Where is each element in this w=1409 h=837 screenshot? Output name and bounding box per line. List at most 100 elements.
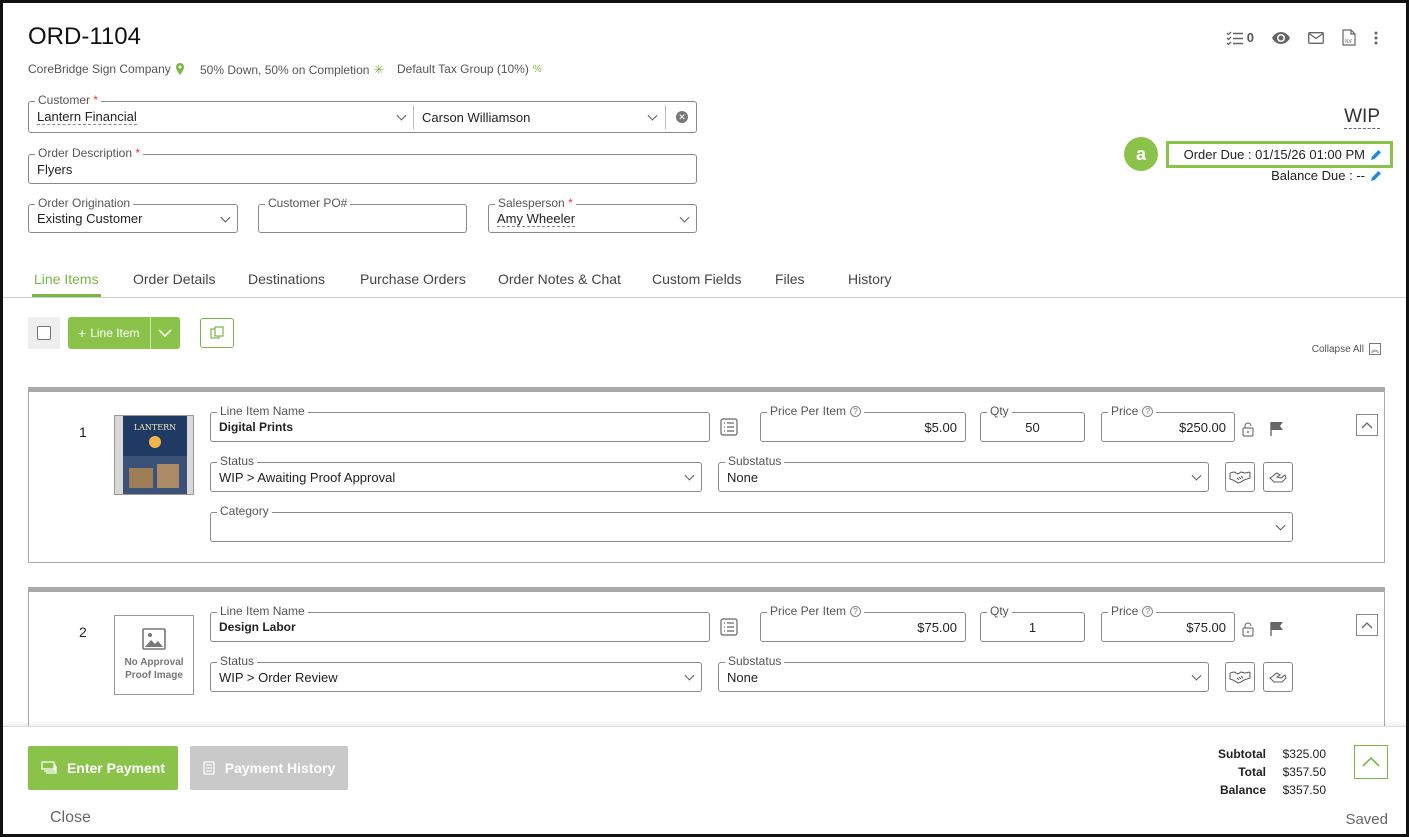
customer-field: Customer * Lantern Financial Carson Will… (28, 93, 697, 133)
price-value: $250.00 (1179, 419, 1226, 435)
tab-files[interactable]: Files (775, 271, 805, 287)
flag-icon[interactable] (1268, 620, 1286, 638)
envelope-icon (1308, 31, 1324, 44)
tasks-button[interactable]: 0 (1226, 30, 1254, 45)
collapse-item-button[interactable] (1356, 414, 1378, 436)
tab-destinations[interactable]: Destinations (248, 271, 325, 287)
eye-icon (1272, 31, 1290, 44)
payment-terms-text: 50% Down, 50% on Completion (200, 63, 370, 77)
details-list-icon[interactable] (718, 616, 740, 638)
price-field[interactable]: Price? $250.00 (1101, 404, 1235, 442)
price-per-item-field[interactable]: Price Per Item? $75.00 (760, 604, 966, 642)
unlock-icon[interactable] (1240, 420, 1256, 438)
line-item-number: 1 (79, 424, 87, 440)
more-options-button[interactable] (1374, 31, 1378, 45)
help-icon[interactable]: ? (1142, 406, 1154, 418)
add-line-item-main[interactable]: + Line Item (68, 317, 151, 349)
total-value: $357.50 (1282, 765, 1326, 779)
tab-order-notes-chat[interactable]: Order Notes & Chat (498, 271, 621, 287)
order-description-field[interactable]: Order Description * Flyers (28, 146, 697, 184)
price-field[interactable]: Price? $75.00 (1101, 604, 1235, 642)
line-item-name-field[interactable]: Line Item Name Digital Prints (210, 404, 710, 442)
substatus-select[interactable]: Substatus None (718, 654, 1209, 692)
saved-status: Saved (1345, 811, 1388, 828)
customer-value: Lantern Financial (37, 109, 137, 125)
checklist-icon (1226, 31, 1243, 45)
order-due[interactable]: Order Due : 01/15/26 01:00 PM (1166, 141, 1393, 168)
chevron-down-icon (684, 470, 695, 481)
order-due-text: Order Due : 01/15/26 01:00 PM (1183, 147, 1365, 162)
line-item-card: 1 LANTERN Line Item Name Digital Prints … (28, 387, 1385, 563)
collapse-item-button[interactable] (1356, 614, 1378, 636)
chevron-down-icon (679, 212, 690, 223)
payment-history-label: Payment History (224, 760, 336, 776)
payment-terms: 50% Down, 50% on Completion ✳ (200, 62, 384, 78)
asterisk-icon: ✳ (373, 62, 385, 77)
tasks-count: 0 (1246, 30, 1254, 45)
company-info: CoreBridge Sign Company (28, 62, 185, 76)
contact-select[interactable]: Carson Williamson (414, 102, 664, 132)
close-button[interactable]: Close (50, 809, 91, 827)
qty-field[interactable]: Qty 50 (980, 404, 1085, 442)
payment-history-button[interactable]: Payment History (190, 746, 348, 790)
expand-footer-button[interactable] (1354, 745, 1388, 779)
select-all-checkbox[interactable] (28, 317, 60, 349)
handshake-button[interactable] (1225, 662, 1255, 692)
add-line-item-button[interactable]: + Line Item (68, 317, 180, 349)
add-line-item-dropdown[interactable] (151, 329, 180, 337)
origination-value: Existing Customer (37, 211, 143, 226)
tab-line-items[interactable]: Line Items (32, 271, 101, 297)
line-item-name-field[interactable]: Line Item Name Design Labor (210, 604, 710, 642)
price-per-item-label: Price Per Item (770, 404, 847, 418)
assign-button[interactable] (1263, 462, 1293, 492)
price-per-item-field[interactable]: Price Per Item? $5.00 (760, 404, 966, 442)
tab-bar: Line Items Order Details Destinations Pu… (3, 269, 1406, 298)
balance-value: $357.50 (1282, 783, 1326, 797)
tax-group-text: Default Tax Group (10%) (397, 62, 529, 76)
details-list-icon[interactable] (718, 416, 740, 438)
enter-payment-button[interactable]: Enter Payment (28, 746, 178, 790)
handshake-icon (1229, 471, 1251, 484)
help-icon[interactable]: ? (850, 606, 862, 618)
help-icon[interactable]: ? (850, 406, 862, 418)
pencil-icon[interactable] (1371, 170, 1382, 181)
order-origination-select[interactable]: Order Origination Existing Customer (28, 196, 238, 233)
flyer-title: LANTERN (134, 423, 176, 432)
order-window: ORD-1104 CoreBridge Sign Company 50% Dow… (0, 0, 1409, 837)
salesperson-select[interactable]: Salesperson * Amy Wheeler (488, 196, 697, 233)
category-select[interactable]: Category (210, 504, 1293, 542)
flyer-image: LANTERN (115, 416, 193, 494)
double-chevron-up-icon: ︽ (1369, 343, 1381, 355)
collapse-all[interactable]: Collapse All ︽ (1312, 343, 1381, 355)
email-button[interactable] (1308, 31, 1324, 44)
flag-icon[interactable] (1268, 420, 1286, 438)
line-item-thumbnail[interactable]: LANTERN (114, 415, 194, 495)
line-item-name: Digital Prints (219, 420, 294, 434)
status-select[interactable]: Status WIP > Order Review (210, 654, 702, 692)
customer-select[interactable]: Lantern Financial (29, 102, 413, 132)
help-icon[interactable]: ? (1142, 606, 1154, 618)
tab-history[interactable]: History (848, 271, 892, 287)
order-title: ORD-1104 (28, 23, 141, 50)
pdf-button[interactable]: PDF (1342, 29, 1356, 46)
preview-button[interactable] (1272, 31, 1290, 44)
line-item-card: 2 No Approval Proof Image Line Item Name… (28, 587, 1385, 737)
tab-custom-fields[interactable]: Custom Fields (652, 271, 741, 287)
tab-purchase-orders[interactable]: Purchase Orders (360, 271, 466, 287)
chevron-down-icon (647, 110, 658, 121)
substatus-select[interactable]: Substatus None (718, 454, 1209, 492)
pencil-icon[interactable] (1371, 149, 1382, 160)
handshake-button[interactable] (1225, 462, 1255, 492)
copy-button[interactable] (200, 318, 234, 348)
customer-po-field[interactable]: Customer PO# (258, 196, 467, 233)
clear-contact-icon[interactable]: ✕ (676, 111, 688, 123)
qty-field[interactable]: Qty 1 (980, 604, 1085, 642)
qty-value: 1 (1028, 619, 1037, 635)
assign-button[interactable] (1263, 662, 1293, 692)
order-status[interactable]: WIP (1344, 106, 1380, 129)
tab-order-details[interactable]: Order Details (133, 271, 215, 287)
balance-due[interactable]: Balance Due : -- (1271, 168, 1382, 183)
line-item-thumbnail[interactable]: No Approval Proof Image (114, 615, 194, 695)
status-select[interactable]: Status WIP > Awaiting Proof Approval (210, 454, 702, 492)
unlock-icon[interactable] (1240, 620, 1256, 638)
